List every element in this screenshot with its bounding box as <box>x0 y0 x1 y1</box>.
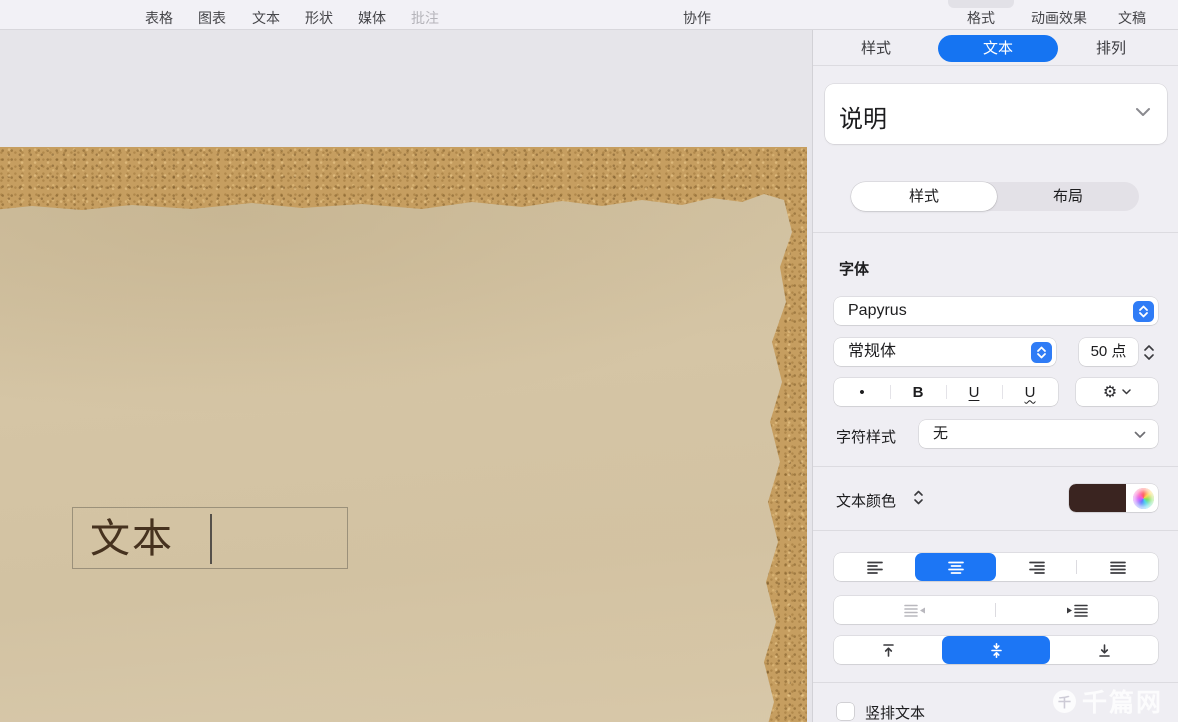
stepper-icon[interactable] <box>1133 301 1154 322</box>
toolbar-animate-button[interactable]: 动画效果 <box>1031 8 1087 28</box>
chevron-down-icon <box>1122 389 1131 395</box>
font-section-label: 字体 <box>839 258 869 279</box>
text-color-label: 文本颜色 <box>836 490 896 511</box>
toolbar-format-button[interactable]: 格式 <box>967 8 995 28</box>
align-justify-icon <box>1109 561 1127 574</box>
align-justify-button[interactable] <box>1077 553 1158 581</box>
align-center-icon <box>947 561 965 574</box>
align-left-icon <box>866 561 884 574</box>
text-box[interactable]: 文本 <box>72 507 348 569</box>
chevron-down-icon <box>1135 107 1151 117</box>
tab-style[interactable]: 样式 <box>861 36 891 62</box>
font-size-field[interactable]: 50 点 <box>1079 338 1138 366</box>
font-family-dropdown[interactable]: Papyrus <box>834 297 1158 325</box>
style-layout-segment: 样式 布局 <box>851 182 1139 211</box>
valign-middle-button[interactable] <box>942 636 1050 664</box>
text-color-well[interactable] <box>1069 484 1158 512</box>
char-style-value: 无 <box>933 420 948 448</box>
character-format-group: • B U U <box>834 378 1058 406</box>
align-center-button[interactable] <box>915 553 996 581</box>
divider <box>813 466 1178 467</box>
format-button-highlight <box>948 0 1014 8</box>
underline-button[interactable]: U <box>946 378 1002 406</box>
outdent-button[interactable] <box>834 596 996 624</box>
font-family-value: Papyrus <box>848 297 907 325</box>
color-swatch[interactable] <box>1069 484 1126 512</box>
text-cursor <box>210 514 212 564</box>
toolbar-shape-button[interactable]: 形状 <box>305 8 333 28</box>
text-box-content[interactable]: 文本 <box>90 515 174 563</box>
italic-button[interactable]: • <box>834 378 890 406</box>
font-size-stepper[interactable] <box>1141 338 1157 366</box>
tab-text[interactable]: 文本 <box>938 35 1058 62</box>
bold-button[interactable]: B <box>890 378 946 406</box>
chevron-down-icon <box>1144 354 1154 360</box>
font-typeface-value: 常规体 <box>848 338 896 366</box>
underline-wavy-button[interactable]: U <box>1002 378 1058 406</box>
toolbar-comment-button: 批注 <box>411 8 439 28</box>
font-typeface-dropdown[interactable]: 常规体 <box>834 338 1056 366</box>
valign-bottom-button[interactable] <box>1050 636 1158 664</box>
toolbar: 表格 图表 文本 形状 媒体 批注 协作 格式 动画效果 文稿 <box>0 0 1178 30</box>
vertical-align-group <box>834 636 1158 664</box>
char-style-label: 字符样式 <box>836 426 896 447</box>
align-right-icon <box>1028 561 1046 574</box>
valign-top-icon <box>881 643 896 658</box>
advanced-options-button[interactable]: ⚙ <box>1076 378 1158 406</box>
toolbar-table-button[interactable]: 表格 <box>145 8 173 28</box>
valign-middle-icon <box>989 643 1004 658</box>
alignment-group <box>834 553 1158 581</box>
divider <box>813 232 1178 233</box>
vertical-text-checkbox[interactable] <box>837 703 854 720</box>
text-color-disclosure-icon[interactable] <box>913 489 924 506</box>
divider <box>813 65 1178 66</box>
indent-button[interactable] <box>996 596 1158 624</box>
format-inspector: 样式 文本 排列 说明 样式 布局 字体 Papyrus 常规体 50 点 • … <box>812 30 1178 722</box>
segment-style[interactable]: 样式 <box>851 182 997 211</box>
tab-arrange[interactable]: 排列 <box>1096 36 1126 62</box>
align-left-button[interactable] <box>834 553 915 581</box>
color-wheel-icon[interactable] <box>1133 488 1154 509</box>
toolbar-media-button[interactable]: 媒体 <box>358 8 386 28</box>
valign-bottom-icon <box>1097 643 1112 658</box>
indent-icon <box>1065 604 1089 617</box>
gear-icon: ⚙ <box>1103 382 1117 402</box>
paragraph-style-card[interactable]: 说明 <box>825 84 1167 144</box>
aged-paper-sheet <box>0 172 798 722</box>
divider <box>813 682 1178 683</box>
paragraph-style-name: 说明 <box>839 99 887 134</box>
toolbar-document-button[interactable]: 文稿 <box>1118 8 1146 28</box>
chevron-up-icon <box>1144 345 1154 351</box>
chevron-down-icon <box>1134 431 1146 439</box>
segment-layout[interactable]: 布局 <box>997 182 1139 211</box>
outdent-icon <box>903 604 927 617</box>
document-canvas[interactable]: 文本 <box>0 30 812 722</box>
indent-group <box>834 596 1158 624</box>
divider <box>813 530 1178 531</box>
valign-top-button[interactable] <box>834 636 942 664</box>
vertical-text-label: 竖排文本 <box>865 702 925 722</box>
toolbar-text-button[interactable]: 文本 <box>252 8 280 28</box>
char-style-dropdown[interactable]: 无 <box>919 420 1158 448</box>
toolbar-chart-button[interactable]: 图表 <box>198 8 226 28</box>
stepper-icon[interactable] <box>1031 342 1052 363</box>
align-right-button[interactable] <box>996 553 1077 581</box>
toolbar-collaborate-button[interactable]: 协作 <box>683 8 711 28</box>
